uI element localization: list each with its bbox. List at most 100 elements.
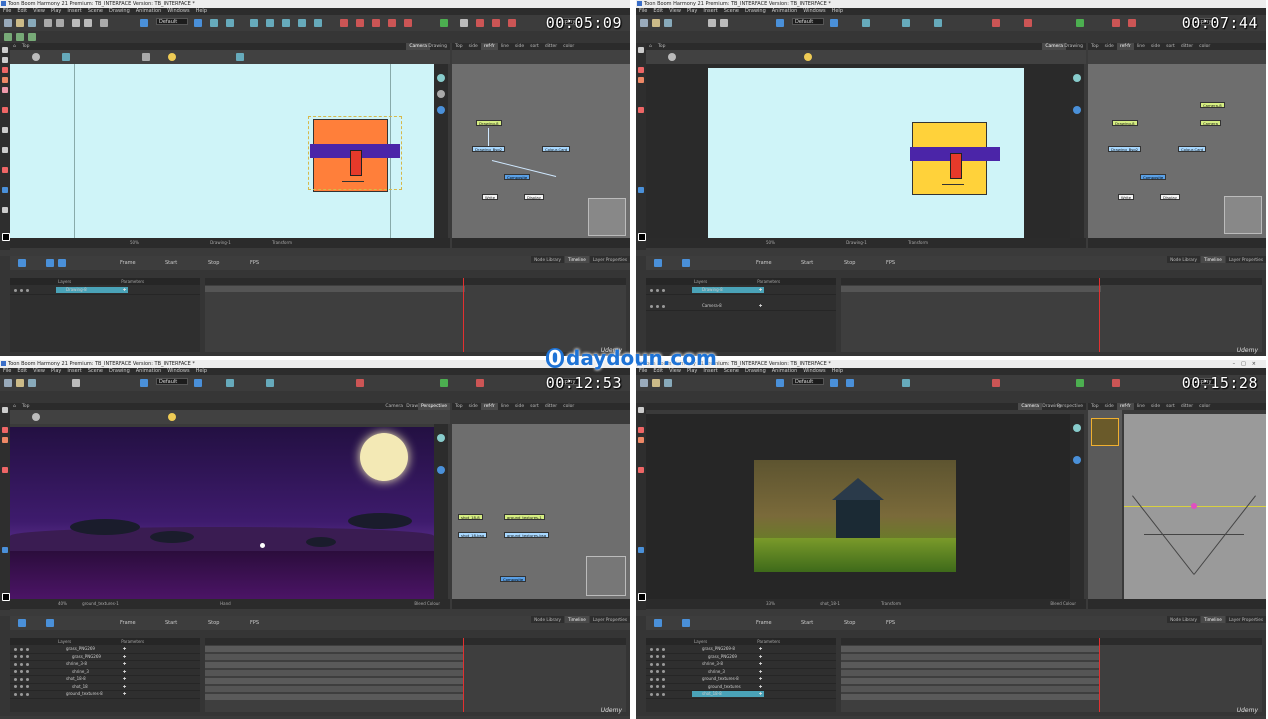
node-tab-line[interactable]: line xyxy=(1134,403,1148,410)
cross-icon[interactable] xyxy=(1112,379,1120,387)
paint-bucket-icon[interactable] xyxy=(638,107,644,113)
node-tab-top[interactable]: Top xyxy=(452,403,466,410)
tab-timeline[interactable]: Timeline xyxy=(565,256,589,263)
pencil-tool-icon[interactable] xyxy=(4,33,12,41)
menu-insert[interactable]: Insert xyxy=(703,8,717,15)
open-icon[interactable] xyxy=(652,19,660,27)
cross-icon[interactable] xyxy=(476,19,484,27)
text-tool-icon[interactable] xyxy=(2,147,8,153)
node-drawing[interactable]: Drawing-8 xyxy=(476,120,502,126)
paint-icon[interactable] xyxy=(1024,19,1032,27)
menu-edit[interactable]: Edit xyxy=(17,8,27,15)
node-camera[interactable]: Camera-8 xyxy=(1200,102,1225,108)
timeline-frames[interactable] xyxy=(205,638,626,712)
redo-icon[interactable] xyxy=(84,19,92,27)
save-icon[interactable] xyxy=(28,19,36,27)
menu-scene[interactable]: Scene xyxy=(724,8,739,15)
camera-stage[interactable] xyxy=(10,64,434,238)
menu-windows[interactable]: Windows xyxy=(803,368,825,375)
loop-icon[interactable] xyxy=(46,259,54,267)
node-drawing-bsq[interactable]: Drawing_Bsq2 xyxy=(472,146,506,152)
redo-icon[interactable] xyxy=(720,19,728,27)
menu-play[interactable]: Play xyxy=(51,8,61,15)
cut-icon[interactable] xyxy=(44,19,52,27)
node-composite[interactable]: Composite xyxy=(504,174,531,180)
node-tab-ref[interactable]: ref-fr xyxy=(1116,403,1134,410)
new-icon[interactable] xyxy=(4,19,12,27)
bone-icon[interactable] xyxy=(902,19,910,27)
menu-windows[interactable]: Windows xyxy=(167,8,189,15)
brush-icon[interactable] xyxy=(2,427,8,433)
layout-icon[interactable] xyxy=(140,379,148,387)
node-tab-side[interactable]: side xyxy=(466,43,481,50)
node-tab-top[interactable]: Top xyxy=(1088,43,1102,50)
node-navigator[interactable] xyxy=(1224,196,1262,234)
node-tab-side2[interactable]: side xyxy=(512,43,527,50)
window-controls[interactable]: –□× xyxy=(1233,360,1262,368)
menu-drawing[interactable]: Drawing xyxy=(745,8,766,15)
node-shot[interactable]: shot_18-8 xyxy=(458,514,483,520)
node-tab-ref[interactable]: ref-fr xyxy=(1116,43,1134,50)
color-swatch-icon[interactable] xyxy=(2,233,10,241)
side-view[interactable] xyxy=(1124,414,1266,599)
undo-icon[interactable] xyxy=(708,19,716,27)
node-tab-side2[interactable]: side xyxy=(1148,43,1163,50)
tab-layer-properties[interactable]: Layer Properties xyxy=(589,616,630,623)
grid-snap-icon[interactable] xyxy=(508,19,516,27)
node-drawing-bsq[interactable]: Drawing_Bsq2 xyxy=(1108,146,1142,152)
brush-flag-icon[interactable] xyxy=(440,19,448,27)
grid-icon[interactable] xyxy=(1128,19,1136,27)
brush-flag-icon[interactable] xyxy=(440,379,448,387)
tab-drawing[interactable]: Drawing xyxy=(425,43,450,50)
node-tab-sort[interactable]: sort xyxy=(1163,403,1178,410)
onion-skin-icon[interactable] xyxy=(992,379,1000,387)
ink-icon[interactable] xyxy=(388,19,396,27)
node-tab-ref[interactable]: ref-fr xyxy=(480,43,498,50)
reset-view-icon[interactable] xyxy=(437,90,445,98)
menu-animation[interactable]: Animation xyxy=(772,8,798,15)
tab-drawing[interactable]: Drawing xyxy=(1061,43,1086,50)
timeline-frames[interactable] xyxy=(841,278,1262,352)
menu-windows[interactable]: Windows xyxy=(803,8,825,15)
color-swatch-icon[interactable] xyxy=(2,593,10,601)
workspace-combo[interactable]: Default xyxy=(792,378,824,385)
paint-icon[interactable] xyxy=(372,19,380,27)
camera-stage[interactable] xyxy=(646,64,1070,238)
thumbnail-strip[interactable] xyxy=(1088,410,1122,599)
transform-icon[interactable] xyxy=(226,379,234,387)
workspace-combo[interactable]: Default xyxy=(156,18,188,25)
tab-timeline[interactable]: Timeline xyxy=(565,616,589,623)
color-swatch-icon[interactable] xyxy=(638,233,646,241)
zoom-level[interactable]: 50% xyxy=(130,240,139,245)
menu-insert[interactable]: Insert xyxy=(67,368,81,375)
node-display[interactable]: Display xyxy=(1160,194,1180,200)
open-icon[interactable] xyxy=(652,379,660,387)
zoom-level[interactable]: 33% xyxy=(766,601,775,606)
camera-stage[interactable] xyxy=(10,427,434,599)
camera-stage[interactable] xyxy=(646,414,1070,599)
navigator-icon[interactable] xyxy=(437,74,445,82)
node-drawing[interactable]: Drawing-8 xyxy=(1112,120,1138,126)
layout-icon[interactable] xyxy=(776,379,784,387)
tab-node-library[interactable]: Node Library xyxy=(531,256,565,263)
bone-icon[interactable] xyxy=(902,379,910,387)
play-icon[interactable] xyxy=(18,259,26,267)
node-navigator[interactable] xyxy=(586,556,626,596)
save-icon[interactable] xyxy=(28,379,36,387)
navigator-icon[interactable] xyxy=(1073,74,1081,82)
paint-bucket-icon[interactable] xyxy=(638,467,644,473)
node-ground-bsq[interactable]: ground_textures-bsq xyxy=(504,532,550,538)
curve-icon[interactable] xyxy=(934,19,942,27)
open-icon[interactable] xyxy=(16,379,24,387)
node-navigator[interactable] xyxy=(588,198,626,236)
tab-layer-properties[interactable]: Layer Properties xyxy=(589,256,630,263)
layer-row[interactable]: shot_18-8 ✚ xyxy=(646,690,836,699)
grid-icon[interactable] xyxy=(492,19,500,27)
select-tool-icon[interactable] xyxy=(638,407,644,413)
select-icon[interactable] xyxy=(830,19,838,27)
menu-help[interactable]: Help xyxy=(832,368,843,375)
node-composite[interactable]: Composite xyxy=(1140,174,1167,180)
bone-icon[interactable] xyxy=(250,19,258,27)
cross-icon[interactable] xyxy=(1112,19,1120,27)
pencil-icon[interactable] xyxy=(2,437,8,443)
